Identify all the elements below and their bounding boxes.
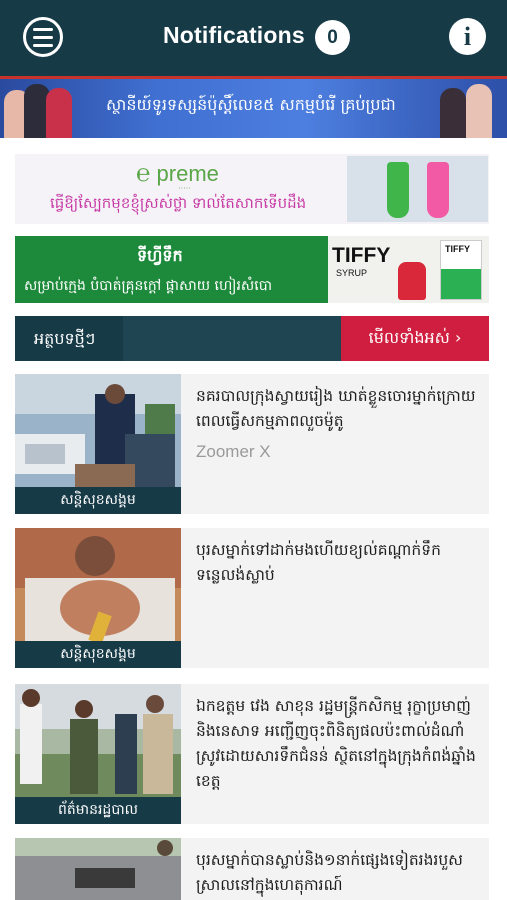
article-card[interactable]: ព័ត៌មានរដ្ឋបាល ឯកឧត្តម វេង សាខុន រដ្ឋមន្… — [15, 684, 489, 824]
page-title: Notifications — [163, 22, 305, 48]
notification-count-badge: 0 — [315, 20, 350, 55]
tiffy-brand: TIFFY — [332, 244, 391, 267]
hamburger-menu-icon[interactable] — [23, 17, 63, 57]
preme-logo-sub: ····· — [178, 184, 191, 193]
see-all-button[interactable]: មើលទាំងអស់ › — [341, 316, 489, 361]
preme-product-image — [347, 156, 488, 222]
tiffy-product-image: TIFFY SYRUP TIFFY — [328, 236, 489, 303]
app-header: Notifications 0 i — [0, 0, 507, 76]
section-bar-spacer — [123, 316, 341, 361]
top-banner-ad[interactable]: ស្ថានីយ៍ទូរទស្សន៍ប៉ុស្តិ៍លេខ៥ សកម្មបំរើ … — [0, 76, 507, 138]
preme-ad[interactable]: ℮ preme ····· ធ្វើឱ្យស្បែកមុខខ្ញុំស្រស់ថ… — [15, 154, 489, 224]
article-thumbnail — [15, 838, 181, 900]
article-category: សន្តិសុខសង្គម — [15, 487, 181, 514]
tiffy-ad[interactable]: ទីហ្វីទឹក សម្រាប់ក្មេង បំបាត់គ្រុនក្តៅ ផ… — [15, 236, 489, 303]
tiffy-text-panel: ទីហ្វីទឹក សម្រាប់ក្មេង បំបាត់គ្រុនក្តៅ ផ… — [15, 236, 328, 303]
article-thumbnail: សន្តិសុខសង្គម — [15, 528, 181, 668]
syrup-box: TIFFY — [440, 240, 482, 300]
article-card[interactable]: សន្តិសុខសង្គម នគរបាលក្រុងស្វាយរៀង ឃាត់ខ្… — [15, 374, 489, 514]
tiffy-brand-sub: SYRUP — [336, 268, 368, 278]
banner-people-right — [438, 80, 507, 138]
banner-stripe — [0, 76, 507, 79]
banner-text: ស្ថានីយ៍ទូរទស្សន៍ប៉ុស្តិ៍លេខ៥ សកម្មបំរើ … — [106, 95, 396, 114]
info-icon[interactable]: i — [449, 18, 486, 55]
article-headline: បុរសម្នាក់ទៅដាក់មងហើយខ្យល់គណ្ដាក់ទឹកទន្ល… — [196, 541, 441, 584]
tiffy-name: ទីហ្វីទឹក — [137, 246, 183, 265]
syrup-bottle — [398, 262, 426, 300]
article-category: សន្តិសុខសង្គម — [15, 641, 181, 668]
banner-people-left — [0, 80, 90, 138]
preme-tagline: ធ្វើឱ្យស្បែកមុខខ្ញុំស្រស់ថ្លា ទាល់តែសាកទ… — [50, 194, 307, 212]
article-thumbnail: សន្តិសុខសង្គម — [15, 374, 181, 514]
article-thumbnail: ព័ត៌មានរដ្ឋបាល — [15, 684, 181, 824]
article-category: ព័ត៌មានរដ្ឋបាល — [15, 797, 181, 824]
section-label: អត្ថបទថ្មីៗ — [34, 329, 96, 348]
article-headline: បុរសម្នាក់បានស្លាប់និង១នាក់ផ្សេងទៀតរងរបួ… — [196, 851, 463, 894]
article-card[interactable]: បុរសម្នាក់បានស្លាប់និង១នាក់ផ្សេងទៀតរងរបួ… — [15, 838, 489, 900]
article-headline: ឯកឧត្តម វេង សាខុន រដ្ឋមន្ត្រីកសិកម្ម រុក… — [196, 697, 476, 790]
tiffy-description: សម្រាប់ក្មេង បំបាត់គ្រុនក្តៅ ផ្តាសាយ ហៀរ… — [24, 278, 273, 294]
article-source: Zoomer X — [196, 442, 271, 461]
latest-articles-header: អត្ថបទថ្មីៗ មើលទាំងអស់ › — [15, 316, 489, 361]
article-card[interactable]: សន្តិសុខសង្គម បុរសម្នាក់ទៅដាក់មងហើយខ្យល់… — [15, 528, 489, 668]
article-headline: នគរបាលក្រុងស្វាយរៀង ឃាត់ខ្លួនចោរម្នាក់ក្… — [196, 387, 476, 430]
